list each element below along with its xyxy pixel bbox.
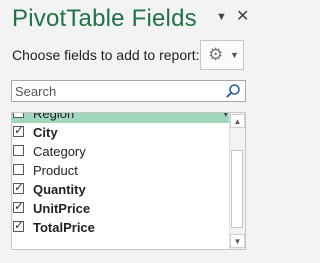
field-item[interactable]: Category xyxy=(12,142,230,161)
vertical-scrollbar[interactable]: ▲ ▼ xyxy=(229,113,245,249)
field-item[interactable]: ✓ City xyxy=(12,123,230,142)
task-pane-options-dropdown-icon[interactable]: ▼ xyxy=(216,8,227,26)
field-list-items: Region ▾ ✓ City Category Product ✓ Quantity ✓ Uni… xyxy=(12,112,230,237)
field-item[interactable]: Region ▾ xyxy=(12,112,230,123)
scroll-down-icon[interactable]: ▼ xyxy=(230,234,245,248)
checkmark-icon: ✓ xyxy=(14,180,25,194)
field-label: City xyxy=(33,125,58,140)
field-checkbox[interactable] xyxy=(13,113,24,118)
checkmark-icon: ✓ xyxy=(14,123,25,137)
field-label: Region xyxy=(33,112,75,121)
scrollbar-thumb[interactable] xyxy=(231,150,243,228)
field-item[interactable]: ✓ UnitPrice xyxy=(12,199,230,218)
field-label: Quantity xyxy=(33,182,86,197)
checkmark-icon: ✓ xyxy=(14,218,25,232)
scroll-up-icon[interactable]: ▲ xyxy=(230,114,245,128)
pane-title: PivotTable Fields xyxy=(12,5,197,32)
close-icon[interactable]: ✕ xyxy=(236,8,249,26)
field-item[interactable]: ✓ Quantity xyxy=(12,180,230,199)
field-checkbox[interactable] xyxy=(13,164,24,175)
field-checkbox[interactable]: ✓ xyxy=(13,180,25,194)
field-checkbox[interactable]: ✓ xyxy=(13,199,25,213)
chevron-down-icon: ▼ xyxy=(230,50,239,60)
search-input[interactable] xyxy=(12,81,225,101)
field-item[interactable]: Product xyxy=(12,161,230,180)
field-item[interactable]: ✓ TotalPrice xyxy=(12,218,230,237)
search-icon[interactable] xyxy=(225,83,241,99)
field-label: Product xyxy=(33,163,78,178)
checkmark-icon: ✓ xyxy=(14,199,25,213)
field-label: Category xyxy=(33,144,86,159)
instruction-label: Choose fields to add to report: xyxy=(12,47,200,63)
search-box[interactable] xyxy=(11,80,246,102)
gear-icon: ⚙ xyxy=(208,45,224,64)
field-label: UnitPrice xyxy=(33,201,91,216)
pivottable-fields-pane: PivotTable Fields ▼ ✕ Choose fields to a… xyxy=(0,0,256,263)
field-label: TotalPrice xyxy=(33,220,95,235)
field-checkbox[interactable]: ✓ xyxy=(13,123,25,137)
field-checkbox[interactable]: ✓ xyxy=(13,218,25,232)
field-list: Region ▾ ✓ City Category Product ✓ Quantity ✓ Uni… xyxy=(11,112,246,250)
tools-button[interactable]: ⚙ ▼ xyxy=(200,40,244,70)
field-checkbox[interactable] xyxy=(13,145,24,156)
